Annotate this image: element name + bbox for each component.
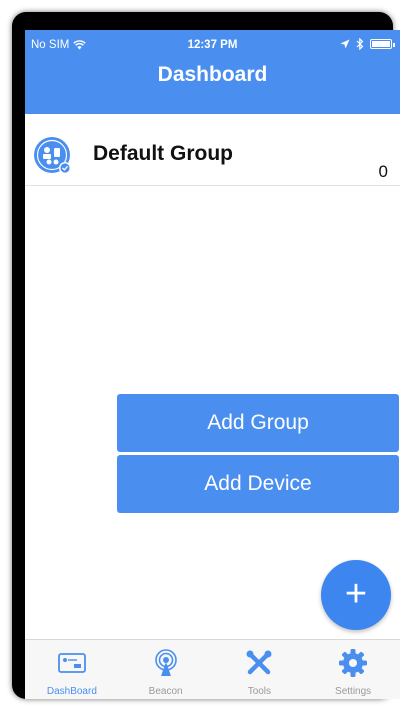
tab-label: Beacon (148, 686, 183, 697)
group-row-default[interactable]: Default Group 0 (25, 122, 400, 186)
tab-bar: DashBoard Beacon Tools Settings (25, 639, 400, 699)
add-fab-button[interactable]: + (321, 560, 391, 630)
tab-label: DashBoard (46, 686, 97, 697)
tab-dashboard[interactable]: DashBoard (25, 640, 119, 699)
tab-label: Tools (247, 686, 272, 697)
tab-settings[interactable]: Settings (306, 640, 400, 699)
tab-label: Settings (335, 686, 372, 697)
settings-gear-icon (339, 649, 368, 677)
dashboard-icon (57, 653, 86, 673)
app-screen: No SIM 12:37 PM Dashboard Default Group … (25, 30, 400, 699)
tab-tools[interactable]: Tools (213, 640, 307, 699)
beacon-icon (154, 649, 177, 676)
add-group-button[interactable]: Add Group (117, 394, 399, 452)
page-title: Dashboard (157, 63, 268, 86)
tab-beacon[interactable]: Beacon (119, 640, 213, 699)
status-bar: No SIM 12:37 PM (25, 38, 400, 53)
group-device-count: 0 (378, 162, 388, 181)
group-name: Default Group (93, 142, 233, 165)
group-devices-icon (34, 137, 71, 174)
add-device-button[interactable]: Add Device (117, 455, 399, 513)
bluetooth-icon (356, 38, 364, 50)
battery-icon (370, 39, 395, 49)
location-icon (340, 39, 350, 49)
tools-icon (246, 650, 272, 675)
nav-header: No SIM 12:37 PM Dashboard (25, 30, 400, 114)
